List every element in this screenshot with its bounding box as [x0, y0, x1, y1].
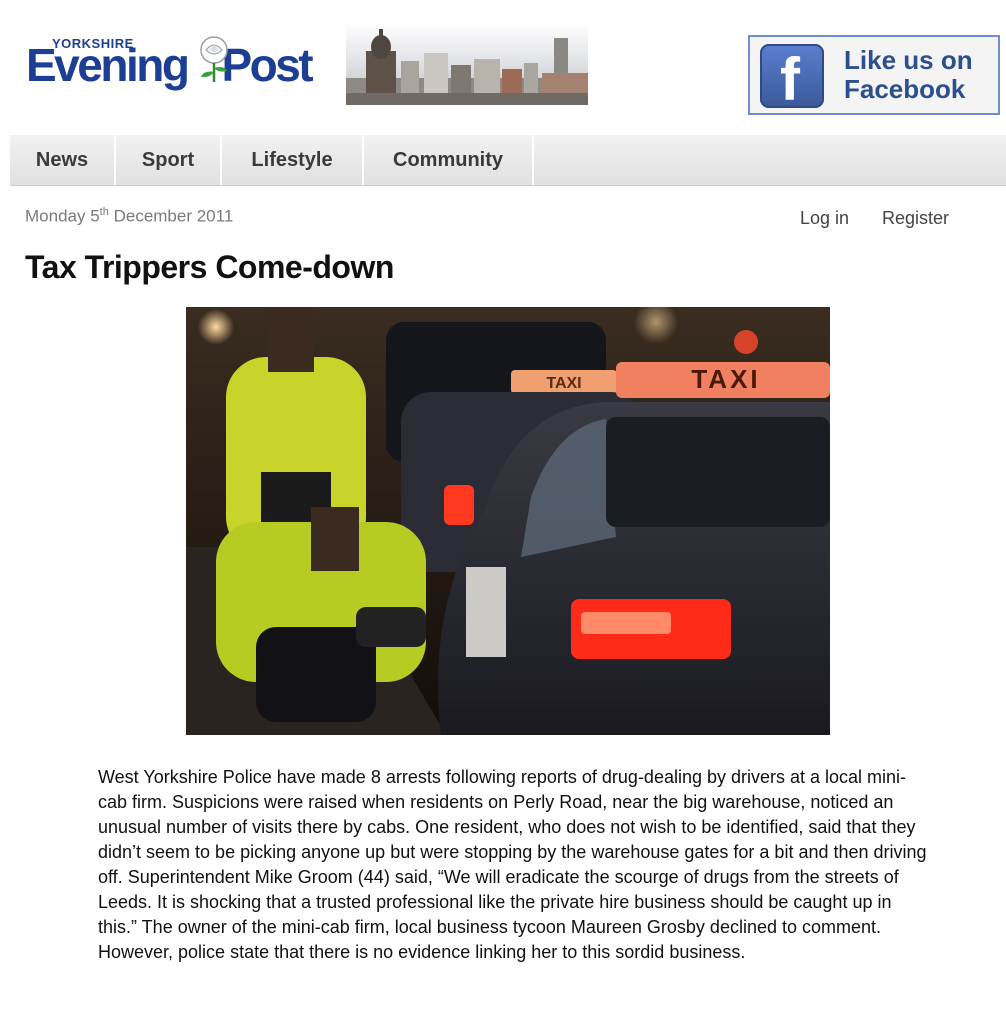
facebook-f-letter: f [780, 46, 800, 113]
nav-item-sport[interactable]: Sport [116, 135, 222, 185]
rose-icon [200, 36, 228, 82]
logo-word-post: Post [221, 39, 313, 91]
taxi-sign-front: TAXI [691, 364, 760, 394]
register-link[interactable]: Register [882, 208, 949, 229]
logo-wordmark: Evening Post [26, 39, 314, 91]
nav-item-community[interactable]: Community [364, 135, 534, 185]
facebook-line-1: Like us on [844, 45, 973, 75]
site-logo[interactable]: YORKSHIRE Evening Post [26, 28, 326, 100]
nav-item-news[interactable]: News [10, 135, 116, 185]
leeds-skyline-image [346, 23, 588, 105]
login-link[interactable]: Log in [800, 208, 849, 229]
facebook-cta-text: Like us on Facebook [844, 46, 973, 104]
date-ordinal: th [99, 206, 109, 218]
logo-word-evening: Evening [26, 39, 190, 91]
article-body: West Yorkshire Police have made 8 arrest… [98, 767, 927, 962]
publication-date: Monday 5th December 2011 [25, 206, 233, 227]
taxi-sign-middle: TAXI [546, 375, 581, 392]
facebook-line-2: Facebook [844, 74, 966, 104]
date-prefix: Monday 5 [25, 206, 100, 226]
facebook-like-box[interactable]: f Like us on Facebook [748, 35, 1000, 115]
date-suffix: December 2011 [108, 206, 234, 226]
main-nav: News Sport Lifestyle Community [10, 135, 1006, 186]
facebook-icon: f [760, 44, 824, 113]
article-photo: TAXI TAXI [186, 307, 830, 735]
nav-item-lifestyle[interactable]: Lifestyle [222, 135, 364, 185]
article-headline: Tax Trippers Come-down [25, 249, 394, 285]
